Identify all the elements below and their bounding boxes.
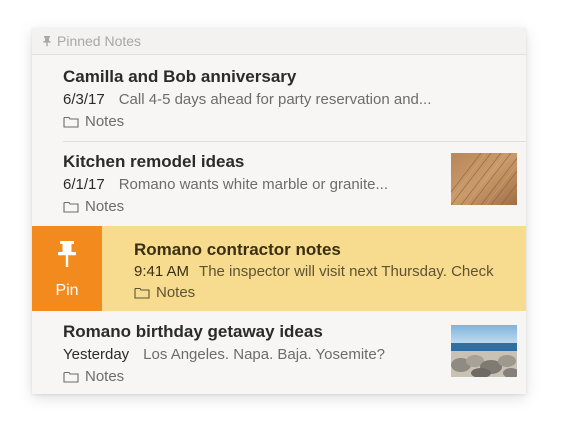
note-title: Romano birthday getaway ideas: [63, 322, 323, 341]
pin-swipe-button[interactable]: Pin: [32, 226, 102, 311]
note-folder-label: Notes: [85, 198, 125, 215]
note-date: Yesterday: [63, 346, 130, 363]
beach-rocks-thumbnail: [451, 325, 517, 377]
note-item[interactable]: Camilla and Bob anniversary 6/3/17 Call 4…: [32, 55, 526, 141]
pin-label: Pin: [55, 282, 79, 299]
note-meta: 9:41 AM The inspector will visit next Thu…: [134, 263, 494, 280]
notes-list-card: Pinned Notes Camilla and Bob anniversary…: [32, 28, 526, 394]
folder-icon: [63, 116, 79, 128]
note-snippet: Romano wants white marble or granite...: [118, 176, 389, 193]
note-snippet: Los Angeles. Napa. Baja. Yosemite?: [143, 346, 386, 363]
note-meta: 6/3/17 Call 4-5 days ahead for party rese…: [63, 91, 431, 108]
note-snippet: Call 4-5 days ahead for party reservatio…: [118, 91, 432, 108]
folder-icon: [63, 201, 79, 213]
note-item-swiped[interactable]: Pin Romano contractor notes 9:41 AM The i…: [32, 226, 526, 311]
note-date: 6/3/17: [63, 91, 105, 108]
pin-icon: [58, 241, 76, 267]
note-folder-label: Notes: [85, 113, 125, 130]
note-meta: 6/1/17 Romano wants white marble or grani…: [63, 176, 388, 193]
note-folder: Notes: [63, 198, 124, 215]
pinned-notes-label: Pinned Notes: [57, 33, 142, 49]
note-folder: Notes: [63, 368, 124, 385]
note-date: 6/1/17: [63, 176, 105, 193]
folder-icon: [63, 371, 79, 383]
note-item[interactable]: Kitchen remodel ideas 6/1/17 Romano wants…: [32, 140, 526, 226]
note-folder: Notes: [63, 113, 124, 130]
note-title: Kitchen remodel ideas: [63, 152, 245, 171]
pinned-notes-header: Pinned Notes: [32, 28, 526, 55]
wood-floor-thumbnail: [451, 153, 517, 205]
note-folder-label: Notes: [156, 284, 196, 301]
note-date: 9:41 AM: [134, 263, 190, 280]
note-snippet: The inspector will visit next Thursday. …: [199, 263, 494, 280]
note-folder: Notes: [134, 284, 195, 301]
note-title: Camilla and Bob anniversary: [63, 67, 297, 86]
note-title: Romano contractor notes: [134, 240, 341, 259]
note-folder-label: Notes: [85, 368, 125, 385]
folder-icon: [134, 287, 150, 299]
pin-icon: [43, 36, 51, 47]
note-meta: Yesterday Los Angeles. Napa. Baja. Yosemi…: [63, 346, 385, 363]
note-item[interactable]: Romano birthday getaway ideas Yesterday L…: [32, 310, 526, 394]
